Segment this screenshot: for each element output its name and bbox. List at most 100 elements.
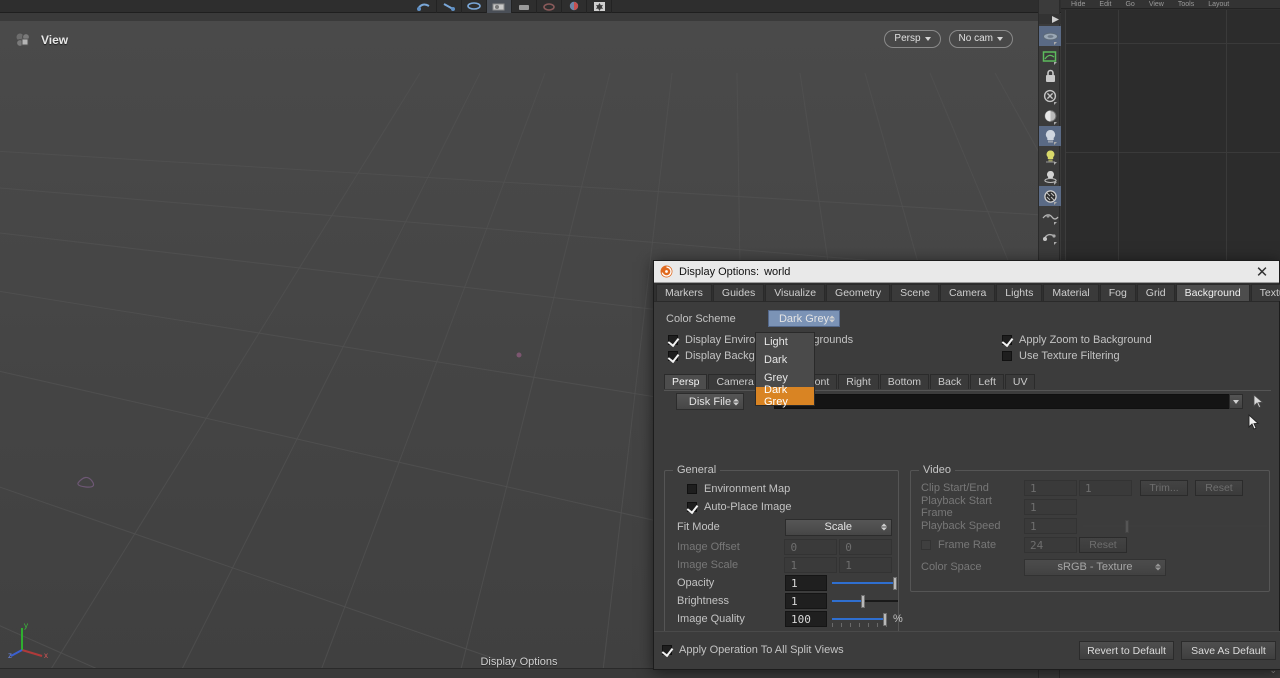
image-quality-slider[interactable]	[832, 611, 890, 627]
save-as-default-button[interactable]: Save As Default	[1181, 641, 1276, 660]
menu-edit[interactable]: Edit	[1099, 1, 1111, 8]
image-offset-y-input[interactable]: 0	[839, 539, 892, 555]
auto-place-image-checkbox[interactable]: Auto-Place Image	[687, 499, 791, 515]
default-light-icon[interactable]	[1039, 126, 1061, 146]
shaded-display-icon[interactable]	[1039, 26, 1061, 46]
opacity-input[interactable]: 1	[785, 575, 827, 591]
lock-icon[interactable]	[1039, 66, 1061, 86]
image-quality-input[interactable]: 100	[785, 611, 827, 627]
image-path-input[interactable]	[774, 394, 1230, 409]
ipr-render-icon[interactable]	[537, 0, 562, 13]
app-toolbar	[0, 0, 1065, 13]
opacity-slider[interactable]	[832, 575, 898, 591]
use-texture-filtering-checkbox[interactable]: Use Texture Filtering	[1002, 350, 1120, 362]
tab-markers[interactable]: Markers	[656, 284, 712, 301]
image-quality-label: Image Quality	[677, 613, 745, 625]
use-texture-filtering-label: Use Texture Filtering	[1019, 350, 1120, 362]
playback-start-frame-input[interactable]: 1	[1024, 499, 1077, 515]
clip-end-input[interactable]: 1	[1079, 480, 1132, 496]
playback-speed-label: Playback Speed	[921, 520, 1001, 532]
dialog-title-text: Display Options:	[679, 265, 760, 278]
shadows-icon[interactable]	[1039, 186, 1061, 206]
close-icon[interactable]: ✕	[1251, 262, 1273, 282]
option-light[interactable]: Light	[756, 333, 814, 351]
textured-display-icon[interactable]	[1039, 46, 1061, 66]
playback-speed-input[interactable]: 1	[1024, 518, 1077, 534]
dialog-titlebar[interactable]: Display Options: world ✕	[654, 261, 1279, 283]
menu-view[interactable]: View	[1149, 1, 1164, 8]
tab-texture[interactable]: Texture	[1250, 284, 1280, 301]
render-setup-icon[interactable]	[587, 0, 612, 13]
path-history-dropdown[interactable]	[1229, 394, 1243, 409]
snap-point-icon[interactable]	[437, 0, 462, 13]
option-dark[interactable]: Dark	[756, 351, 814, 369]
toolbar-scroll-arrow[interactable]	[1039, 14, 1061, 24]
ambient-light-icon[interactable]	[1039, 106, 1061, 126]
apply-zoom-to-background-checkbox[interactable]: Apply Zoom to Background	[1002, 334, 1152, 346]
image-offset-row: Image Offset 0 0	[677, 539, 892, 555]
color-scheme-select[interactable]: Dark Grey	[768, 310, 840, 327]
view-tab-right[interactable]: Right	[838, 374, 879, 389]
browse-file-icon[interactable]	[1249, 393, 1267, 411]
xray-icon[interactable]	[1039, 206, 1061, 226]
opacity-row: Opacity 1	[677, 575, 899, 591]
xray-joints-icon[interactable]	[1039, 226, 1061, 246]
playback-speed-slider[interactable]	[1083, 518, 1267, 534]
updown-arrows-icon	[881, 523, 887, 531]
view-tab-uv[interactable]: UV	[1004, 374, 1036, 389]
tab-fog[interactable]: Fog	[1099, 284, 1136, 301]
menu-tools[interactable]: Tools	[1178, 1, 1194, 8]
fit-mode-select[interactable]: Scale	[784, 518, 892, 536]
tab-lights[interactable]: Lights	[996, 284, 1043, 301]
brightness-slider[interactable]	[832, 593, 898, 609]
clip-start-input[interactable]: 1	[1024, 480, 1077, 496]
persp-dropdown[interactable]: Persp	[884, 30, 941, 48]
camera-dropdown[interactable]: No cam	[948, 30, 1013, 48]
view-tab-left[interactable]: Left	[970, 374, 1004, 389]
snap-view-plane-icon[interactable]	[462, 0, 487, 13]
image-scale-y-input[interactable]: 1	[839, 557, 892, 573]
render-icon[interactable]	[512, 0, 537, 13]
color-scheme-dropdown-popup[interactable]: Light Dark Grey Dark Grey	[755, 332, 815, 408]
tab-grid[interactable]: Grid	[1136, 284, 1175, 301]
frame-rate-input[interactable]: 24	[1024, 537, 1077, 553]
snap-curve-icon[interactable]	[412, 0, 437, 13]
color-space-select[interactable]: sRGB - Texture	[1024, 558, 1166, 576]
tab-visualize[interactable]: Visualize	[765, 284, 826, 301]
image-scale-x-input[interactable]: 1	[784, 557, 838, 573]
render-settings-icon[interactable]	[562, 0, 587, 13]
no-lights-icon[interactable]	[1039, 86, 1061, 106]
brightness-input[interactable]: 1	[785, 593, 827, 609]
tab-guides[interactable]: Guides	[712, 284, 765, 301]
clip-reset-button[interactable]: Reset	[1195, 480, 1243, 496]
color-space-label: Color Space	[921, 561, 982, 573]
scene-lights-icon[interactable]	[1039, 146, 1061, 166]
tab-material[interactable]: Material	[1043, 284, 1099, 301]
menu-go[interactable]: Go	[1125, 1, 1134, 8]
frame-rate-checkbox[interactable]	[921, 540, 931, 550]
view-tab-camera[interactable]: Camera	[708, 374, 762, 389]
frame-rate-reset-button[interactable]: Reset	[1079, 537, 1127, 553]
revert-to-default-button[interactable]: Revert to Default	[1079, 641, 1174, 660]
environment-map-checkbox[interactable]: Environment Map	[687, 481, 790, 497]
menu-hide[interactable]: Hide	[1071, 1, 1085, 8]
view-tab-back[interactable]: Back	[930, 374, 970, 389]
view-cube-icon	[15, 32, 30, 47]
trim-button[interactable]: Trim...	[1140, 480, 1188, 496]
option-dark-grey[interactable]: Dark Grey	[756, 384, 814, 408]
svg-text:y: y	[24, 621, 28, 630]
apply-to-all-split-views-checkbox[interactable]: Apply Operation To All Split Views	[662, 644, 844, 656]
tab-background[interactable]: Background	[1175, 284, 1250, 301]
tab-geometry[interactable]: Geometry	[826, 284, 891, 301]
image-offset-x-input[interactable]: 0	[784, 539, 838, 555]
chevron-down-icon	[924, 36, 931, 41]
render-view-icon[interactable]	[487, 0, 512, 13]
source-type-select[interactable]: Disk File	[676, 393, 744, 410]
checkbox-box	[1002, 335, 1012, 345]
view-tab-persp[interactable]: Persp	[664, 374, 708, 389]
view-tab-bottom[interactable]: Bottom	[879, 374, 930, 389]
menu-layout[interactable]: Layout	[1208, 1, 1229, 8]
tab-camera[interactable]: Camera	[939, 284, 996, 301]
tab-scene[interactable]: Scene	[891, 284, 939, 301]
all-lights-icon[interactable]	[1039, 166, 1061, 186]
